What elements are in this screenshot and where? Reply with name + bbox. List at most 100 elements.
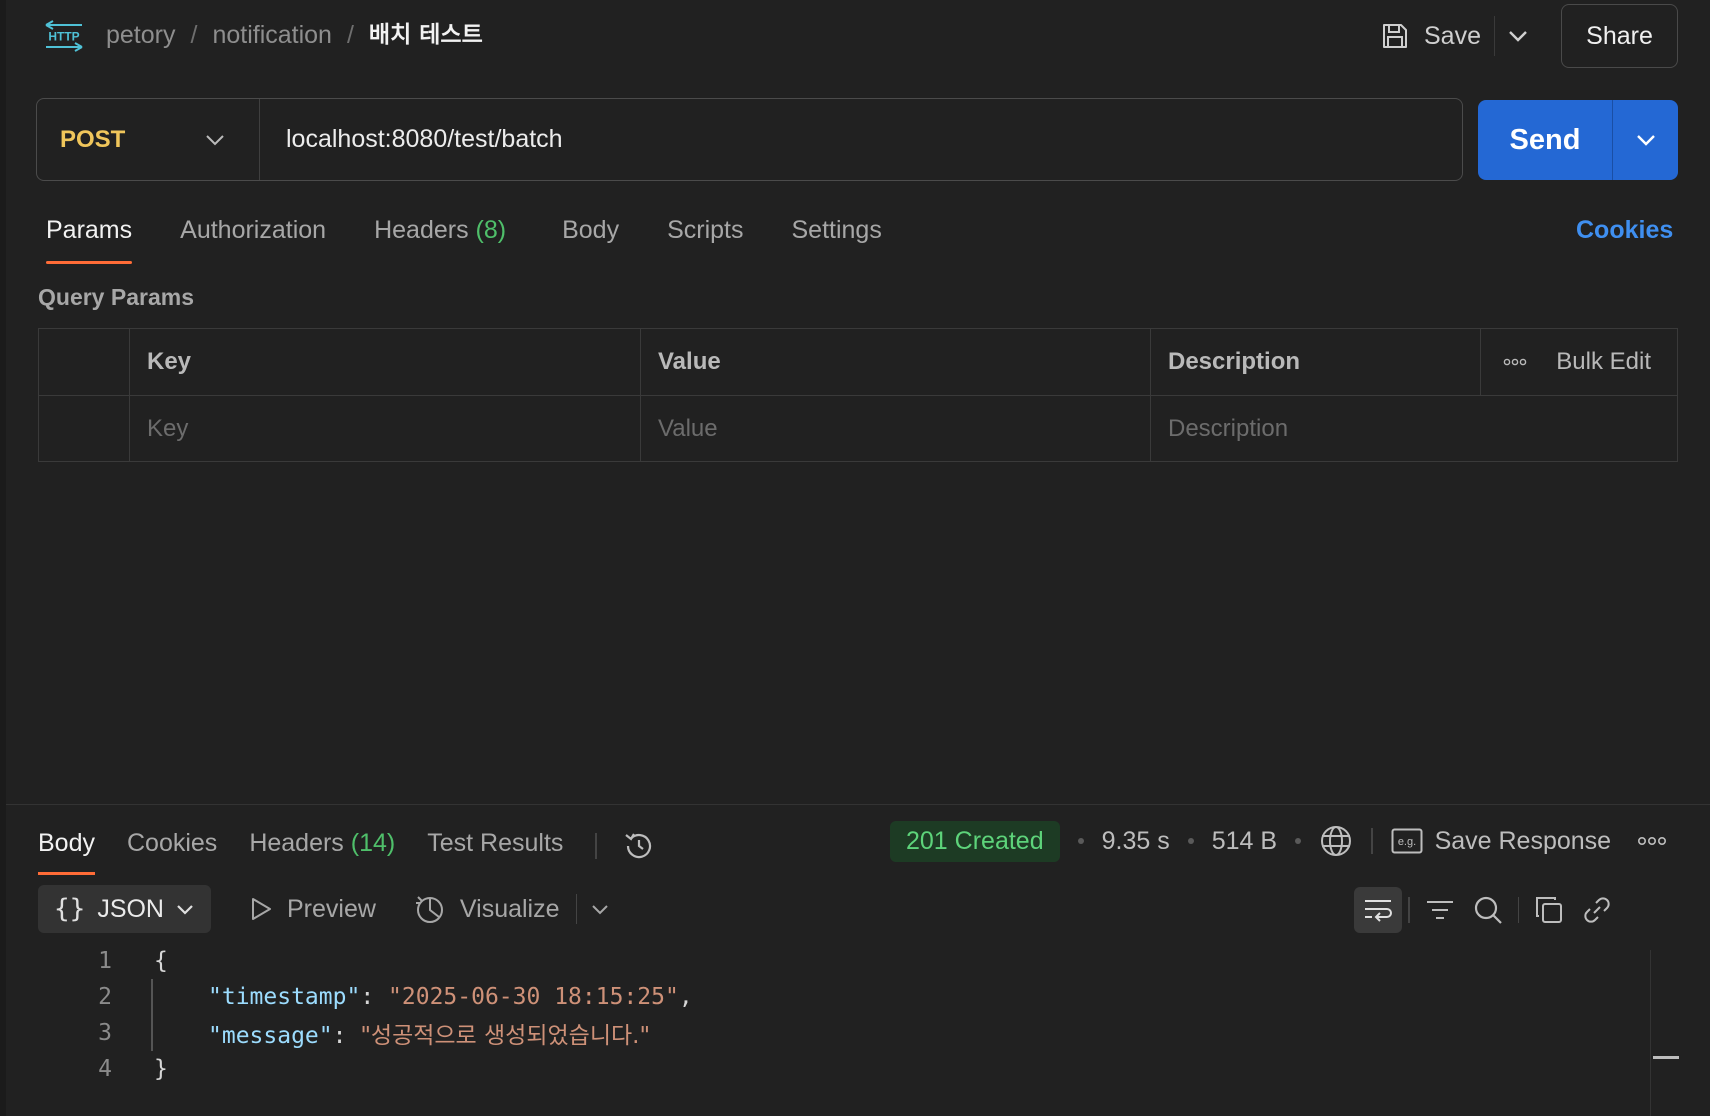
table-header-row: Key Value Description Bulk Edit [39,329,1677,395]
save-dropdown-button[interactable] [1494,16,1540,56]
wrap-lines-button[interactable] [1354,887,1402,933]
method-label: POST [60,125,126,153]
response-tools [1354,887,1621,933]
response-more-button[interactable] [1637,836,1667,846]
filter-icon [1426,901,1453,919]
example-icon: e.g. [1391,828,1423,854]
code-text: "message": "성공적으로 생성되었습니다." [208,1016,650,1050]
query-params-title: Query Params [38,284,194,310]
response-tab-headers[interactable]: Headers (14) [249,821,395,871]
cookies-link[interactable]: Cookies [1576,216,1673,245]
column-header-key: Key [129,329,640,395]
tab-authorization[interactable]: Authorization [180,212,326,262]
globe-icon[interactable] [1319,824,1353,858]
format-toolbar: {} JSON Preview Visualize [38,885,609,933]
visualize-dropdown-button[interactable] [591,904,609,915]
response-size[interactable]: 514 B [1212,827,1277,856]
checkbox-column-header [39,329,129,395]
response-tab-cookies[interactable]: Cookies [127,821,217,871]
save-response-label: Save Response [1434,826,1612,855]
breadcrumb-collection[interactable]: petory [106,18,175,52]
tab-headers-label: Headers [374,216,469,244]
send-dropdown-button[interactable] [1613,100,1678,180]
divider [595,833,597,859]
tab-settings[interactable]: Settings [791,212,881,262]
dot-separator [1295,838,1302,844]
search-button[interactable] [1464,887,1512,933]
more-options-icon[interactable] [1503,358,1527,366]
response-body-code[interactable]: 1 { 2 "timestamp": "2025-06-30 18:15:25"… [6,943,1656,1087]
visualize-label: Visualize [459,894,560,923]
value-input[interactable]: Value [640,396,1150,461]
history-icon [625,833,651,859]
response-headers-label: Headers [249,829,344,857]
tab-params[interactable]: Params [46,212,133,264]
divider [1371,828,1373,854]
scrollbar-thumb[interactable] [1653,1056,1679,1059]
vertical-scrollbar[interactable] [1650,950,1679,1116]
url-bar: POST [36,98,1463,181]
breadcrumb-separator: / [190,21,198,49]
chevron-down-icon [177,904,193,915]
json-value: "2025-06-30 18:15:25" [388,984,679,1010]
app-window: HTTP petory / notification / 배치 테스트 Save… [0,0,1710,1116]
visualize-button[interactable]: Visualize [414,893,560,925]
play-icon [252,898,271,920]
send-button[interactable]: Send [1478,100,1613,180]
chevron-down-icon [1636,135,1655,146]
wrap-icon [1365,900,1392,922]
bulk-edit-button[interactable]: Bulk Edit [1556,348,1651,376]
code-line: 3 "message": "성공적으로 생성되었습니다." [6,1015,1656,1051]
response-tab-test-results[interactable]: Test Results [427,821,563,871]
send-button-group: Send [1478,100,1678,180]
method-select[interactable]: POST [37,99,260,180]
line-number: 4 [98,1056,112,1082]
json-colon: : [332,1023,361,1049]
response-tabs: Body Cookies Headers (14) Test Results [38,821,657,875]
chevron-down-icon [206,134,224,145]
json-value: "성공적으로 생성되었습니다." [360,1023,651,1049]
chevron-down-icon [1508,31,1527,42]
link-button[interactable] [1573,887,1621,933]
url-input[interactable] [260,99,1462,180]
visualize-icon [415,896,443,923]
code-text: "timestamp": "2025-06-30 18:15:25", [208,984,693,1010]
save-response-button[interactable]: e.g. Save Response [1391,826,1612,856]
breadcrumb-folder[interactable]: notification [212,18,332,52]
dot-separator [1187,838,1194,844]
json-comma: , [678,984,693,1010]
code-line: 2 "timestamp": "2025-06-30 18:15:25", [6,979,1656,1015]
format-select[interactable]: {} JSON [38,885,211,933]
divider [1408,897,1410,923]
code-line: 4 } [6,1051,1656,1087]
code-text: } [154,1056,168,1082]
tab-scripts[interactable]: Scripts [667,212,743,262]
json-key: "timestamp" [208,984,361,1010]
response-headers-count: (14) [350,829,396,857]
copy-button[interactable] [1525,887,1573,933]
save-label: Save [1424,21,1481,50]
filter-button[interactable] [1416,887,1464,933]
preview-button[interactable]: Preview [249,895,376,924]
query-params-table: Key Value Description Bulk Edit Key Valu… [38,328,1678,462]
divider [1517,897,1519,923]
line-number: 3 [98,1020,112,1046]
description-input[interactable]: Description [1150,396,1677,461]
tab-body[interactable]: Body [562,212,619,262]
share-button[interactable]: Share [1561,4,1678,68]
json-colon: : [360,984,389,1010]
request-name[interactable]: 배치 테스트 [369,18,483,52]
response-time[interactable]: 9.35 s [1102,827,1170,856]
history-button[interactable] [621,828,657,864]
headers-count: (8) [475,216,507,244]
status-badge[interactable]: 201 Created [890,820,1060,862]
table-actions: Bulk Edit [1480,329,1677,395]
breadcrumb: petory / notification / 배치 테스트 [106,18,483,52]
key-input[interactable]: Key [129,396,640,461]
response-tab-body[interactable]: Body [38,821,95,875]
format-label: JSON [97,894,164,923]
preview-label: Preview [287,894,376,923]
tab-headers[interactable]: Headers (8) [374,212,506,262]
save-button[interactable]: Save [1380,16,1481,56]
top-bar: HTTP petory / notification / 배치 테스트 Save… [0,0,1710,80]
